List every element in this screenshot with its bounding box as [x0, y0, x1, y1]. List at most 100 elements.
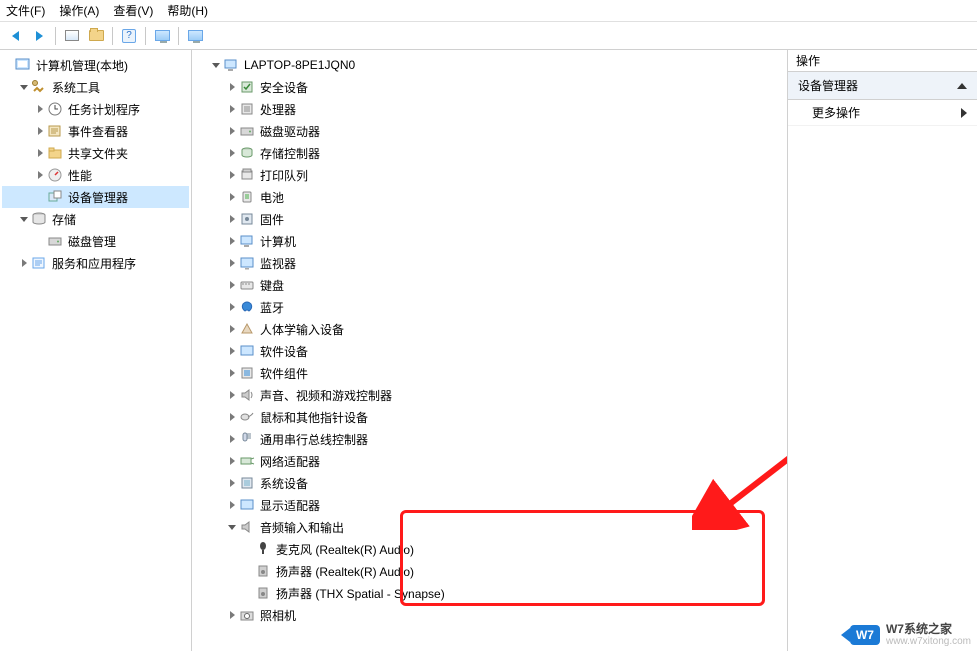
device-cat-camera[interactable]: 照相机 — [194, 604, 785, 626]
menu-file[interactable]: 文件(F) — [6, 2, 45, 19]
chevron-right-icon[interactable] — [226, 611, 238, 619]
toolbar-folder-button[interactable] — [85, 26, 107, 46]
audio-device-1[interactable]: 扬声器 (Realtek(R) Audio) — [194, 560, 785, 582]
device-cat-13[interactable]: 软件组件 — [194, 362, 785, 384]
device-cat-17[interactable]: 网络适配器 — [194, 450, 785, 472]
device-cat-14[interactable]: 声音、视频和游戏控制器 — [194, 384, 785, 406]
tree-label: 共享文件夹 — [66, 145, 130, 162]
device-category-icon — [239, 167, 255, 183]
tree-performance[interactable]: 性能 — [2, 164, 189, 186]
device-cat-2[interactable]: 磁盘驱动器 — [194, 120, 785, 142]
tree-label: 任务计划程序 — [66, 101, 142, 118]
chevron-right-icon[interactable] — [226, 83, 238, 91]
nav-forward-button[interactable] — [28, 26, 50, 46]
chevron-right-icon[interactable] — [226, 435, 238, 443]
device-category-icon — [239, 365, 255, 381]
tree-services-apps[interactable]: 服务和应用程序 — [2, 252, 189, 274]
tree-label: 人体学输入设备 — [258, 321, 346, 338]
device-cat-1[interactable]: 处理器 — [194, 98, 785, 120]
chevron-right-icon[interactable] — [226, 127, 238, 135]
actions-section-header[interactable]: 设备管理器 — [788, 72, 977, 100]
device-cat-0[interactable]: 安全设备 — [194, 76, 785, 98]
chevron-down-icon[interactable] — [18, 217, 30, 222]
chevron-right-icon[interactable] — [226, 193, 238, 201]
chevron-right-icon[interactable] — [226, 347, 238, 355]
device-root[interactable]: LAPTOP-8PE1JQN0 — [194, 54, 785, 76]
chevron-right-icon[interactable] — [226, 479, 238, 487]
device-cat-3[interactable]: 存储控制器 — [194, 142, 785, 164]
tree-storage[interactable]: 存储 — [2, 208, 189, 230]
device-cat-7[interactable]: 计算机 — [194, 230, 785, 252]
toolbar-monitor2-button[interactable] — [184, 26, 206, 46]
tree-disk-management[interactable]: 磁盘管理 — [2, 230, 189, 252]
chevron-right-icon[interactable] — [226, 105, 238, 113]
device-category-icon — [239, 211, 255, 227]
device-category-icon — [239, 409, 255, 425]
tree-shared-folders[interactable]: 共享文件夹 — [2, 142, 189, 164]
device-cat-10[interactable]: 蓝牙 — [194, 296, 785, 318]
chevron-right-icon[interactable] — [226, 281, 238, 289]
chevron-right-icon[interactable] — [226, 369, 238, 377]
toolbar-monitor1-button[interactable] — [151, 26, 173, 46]
chevron-right-icon[interactable] — [34, 149, 46, 157]
device-category-icon — [239, 343, 255, 359]
device-cat-12[interactable]: 软件设备 — [194, 340, 785, 362]
chevron-right-icon[interactable] — [226, 171, 238, 179]
watermark-line2: www.w7xitong.com — [886, 636, 971, 647]
toolbar-box-button[interactable] — [61, 26, 83, 46]
chevron-right-icon[interactable] — [226, 413, 238, 421]
tree-event-viewer[interactable]: 事件查看器 — [2, 120, 189, 142]
device-cat-8[interactable]: 监视器 — [194, 252, 785, 274]
menu-help[interactable]: 帮助(H) — [167, 2, 208, 19]
menu-view[interactable]: 查看(V) — [113, 2, 153, 19]
device-category-icon — [239, 101, 255, 117]
nav-back-button[interactable] — [4, 26, 26, 46]
chevron-down-icon[interactable] — [226, 525, 238, 530]
chevron-right-icon[interactable] — [226, 303, 238, 311]
tree-label: 计算机管理(本地) — [34, 57, 130, 74]
main-panes: 计算机管理(本地) 系统工具 任务计划程序 事件查看器 共享文件夹 性能 — [0, 50, 977, 651]
services-icon — [31, 255, 47, 271]
box-icon — [65, 30, 79, 41]
device-cat-4[interactable]: 打印队列 — [194, 164, 785, 186]
chevron-right-icon[interactable] — [34, 171, 46, 179]
tree-task-scheduler[interactable]: 任务计划程序 — [2, 98, 189, 120]
chevron-right-icon[interactable] — [226, 325, 238, 333]
actions-more[interactable]: 更多操作 — [788, 100, 977, 126]
toolbar-help-button[interactable]: ? — [118, 26, 140, 46]
device-cat-15[interactable]: 鼠标和其他指针设备 — [194, 406, 785, 428]
tree-label: 蓝牙 — [258, 299, 286, 316]
device-cat-18[interactable]: 系统设备 — [194, 472, 785, 494]
device-cat-19[interactable]: 显示适配器 — [194, 494, 785, 516]
chevron-right-icon[interactable] — [226, 501, 238, 509]
chevron-right-icon[interactable] — [226, 149, 238, 157]
chevron-right-icon[interactable] — [18, 259, 30, 267]
audio-icon — [239, 519, 255, 535]
chevron-right-icon[interactable] — [226, 237, 238, 245]
device-cat-9[interactable]: 键盘 — [194, 274, 785, 296]
chevron-right-icon[interactable] — [34, 105, 46, 113]
device-cat-5[interactable]: 电池 — [194, 186, 785, 208]
menu-action[interactable]: 操作(A) — [59, 2, 99, 19]
audio-device-0[interactable]: 麦克风 (Realtek(R) Audio) — [194, 538, 785, 560]
chevron-down-icon[interactable] — [210, 63, 222, 68]
tree-label: 软件组件 — [258, 365, 310, 382]
device-cat-audio[interactable]: 音频输入和输出 — [194, 516, 785, 538]
device-cat-11[interactable]: 人体学输入设备 — [194, 318, 785, 340]
tree-label: 计算机 — [258, 233, 298, 250]
chevron-right-icon[interactable] — [226, 457, 238, 465]
tree-system-tools[interactable]: 系统工具 — [2, 76, 189, 98]
audio-device-2[interactable]: 扬声器 (THX Spatial - Synapse) — [194, 582, 785, 604]
device-cat-6[interactable]: 固件 — [194, 208, 785, 230]
performance-icon — [47, 167, 63, 183]
tree-label: 键盘 — [258, 277, 286, 294]
chevron-right-icon[interactable] — [226, 259, 238, 267]
chevron-right-icon[interactable] — [226, 215, 238, 223]
tree-root-computer-mgmt[interactable]: 计算机管理(本地) — [2, 54, 189, 76]
device-mgr-icon — [47, 189, 63, 205]
chevron-right-icon[interactable] — [226, 391, 238, 399]
tree-device-manager[interactable]: 设备管理器 — [2, 186, 189, 208]
chevron-right-icon[interactable] — [34, 127, 46, 135]
device-cat-16[interactable]: 通用串行总线控制器 — [194, 428, 785, 450]
chevron-down-icon[interactable] — [18, 85, 30, 90]
